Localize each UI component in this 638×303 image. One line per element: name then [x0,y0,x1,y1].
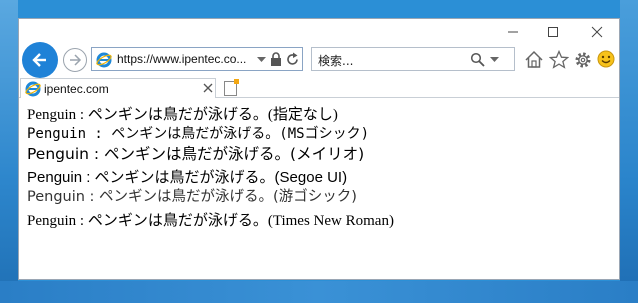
title-bar [19,19,619,43]
text-line-segoe-ui: Penguin : ペンギンは鳥だが泳げる。(Segoe UI) [27,169,348,186]
forward-button[interactable] [63,48,87,72]
back-button[interactable] [22,42,58,78]
text-line-yu-gothic: Penguin : ペンギンは鳥だが泳げる。(游ゴシック) [27,189,357,205]
text-line-default-font: Penguin : ペンギンは鳥だが泳げる。(指定なし) [27,107,338,123]
back-arrow-icon [32,53,46,67]
text-line-times-new-roman: Penguin : ペンギンは鳥だが泳げる。(Times New Roman) [27,213,394,229]
browser-window: https://www.ipentec.co... 検索... ipentec.… [18,18,620,280]
minimize-icon [508,31,518,33]
close-icon [591,26,603,38]
forward-arrow-icon [70,54,82,66]
new-tab-button[interactable] [221,79,241,97]
home-icon[interactable] [524,50,544,69]
desktop-background-left [0,0,18,303]
ie-favicon-icon [96,52,112,68]
tab-bar: ipentec.com [19,78,619,98]
text-line-meiryo: Penguin : ペンギンは鳥だが泳げる。(メイリオ) [27,145,365,163]
close-window-button[interactable] [577,21,617,43]
address-url[interactable]: https://www.ipentec.co... [117,52,246,66]
chevron-down-icon[interactable] [257,57,266,63]
chevron-down-icon[interactable] [490,57,499,63]
star-icon[interactable] [549,50,569,69]
smiley-icon[interactable] [597,50,615,68]
maximize-button[interactable] [533,21,573,43]
tab-ipentec[interactable]: ipentec.com [20,78,216,98]
navigation-bar: https://www.ipentec.co... 検索... [19,41,619,79]
gear-icon[interactable] [573,50,593,70]
search-input[interactable]: 検索... [318,52,353,69]
address-bar[interactable]: https://www.ipentec.co... [91,47,303,71]
tab-label: ipentec.com [44,82,109,96]
lock-icon[interactable] [270,52,282,67]
desktop-background-right [620,0,638,303]
minimize-button[interactable] [493,21,533,43]
search-box[interactable]: 検索... [311,47,515,71]
ie-favicon-icon [25,81,41,97]
desktop-background-bottom [0,281,638,303]
maximize-icon [548,27,558,37]
page-content: Penguin : ペンギンは鳥だが泳げる。(指定なし) Penguin : ペ… [19,98,619,279]
search-icon[interactable] [470,52,485,67]
tab-close-icon[interactable] [203,83,213,93]
text-line-ms-gothic: Penguin : ペンギンは鳥だが泳げる。(MSゴシック) [27,126,370,142]
refresh-icon[interactable] [286,52,300,67]
